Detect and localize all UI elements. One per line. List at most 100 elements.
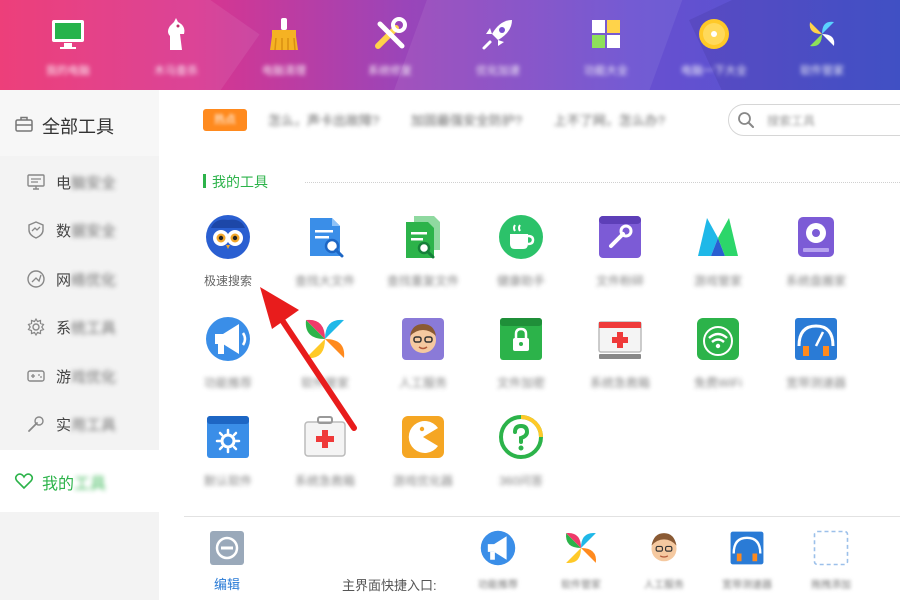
doc-search-icon [310, 218, 344, 258]
quick-entry-software-manager[interactable]: 软件管家 [546, 528, 616, 598]
quick-entry-feature-recommend[interactable]: 功能推荐 [463, 528, 533, 598]
horse-icon [168, 18, 185, 50]
network-outline-icon [27, 270, 45, 288]
sidebar-item-label: 游戏优化 [56, 369, 117, 386]
nav-item-all-features[interactable]: 功能大全 [558, 0, 654, 90]
nav-label: 电脑一下大全 [681, 65, 747, 77]
grid-apps-icon [592, 20, 620, 48]
megaphone-icon [206, 317, 250, 361]
tool-file-encrypt[interactable]: 文件加密 [473, 316, 569, 406]
tool-game-manager[interactable]: 游戏管家 [670, 214, 766, 304]
sidebar-item-utilities[interactable]: 实用工具 [0, 400, 159, 448]
tool-label: 游戏优化器 [392, 474, 453, 488]
broom-icon [270, 18, 298, 51]
flower-icon [565, 532, 597, 564]
quick-entry-add-slot[interactable]: 拖拽添加 [796, 528, 866, 598]
tool-system-disk-move[interactable]: 系统盘搬家 [768, 214, 864, 304]
ticker-item[interactable]: 加固最强安全防护? [411, 113, 522, 128]
quick-entry-human-service[interactable]: 人工服务 [629, 528, 699, 598]
toolbox-outline-icon [15, 116, 33, 132]
first-aid-icon [598, 321, 642, 359]
nav-item-system-repair[interactable]: 系统修复 [342, 0, 438, 90]
tools-icon [375, 17, 407, 49]
tool-default-software[interactable]: 默认软件 [180, 414, 276, 504]
tool-label: 功能推荐 [203, 376, 252, 390]
pacman-icon [402, 416, 444, 458]
tool-broadband-speed[interactable]: 宽带测速器 [768, 316, 864, 406]
tool-fast-search[interactable]: 极速搜索 [180, 214, 276, 304]
section-title: 我的工具 [212, 174, 268, 190]
tool-label: 查找重复文件 [386, 274, 459, 288]
gear-outline-icon [27, 317, 45, 337]
top-navigation: 我的电脑 木马查杀 电脑清理 系统修复 优化加速 功能大全 电脑一下大全 软件管… [0, 0, 900, 90]
tool-health-assistant[interactable]: 健康助手 [473, 214, 569, 304]
person-glasses-icon [402, 318, 444, 360]
sidebar-item-data-security[interactable]: 数据安全 [0, 206, 159, 254]
flower-icon [305, 319, 345, 359]
nav-label: 系统修复 [368, 65, 412, 77]
rocket-icon [482, 20, 512, 50]
tool-human-service[interactable]: 人工服务 [375, 316, 471, 406]
dashed-add-icon [813, 530, 849, 566]
settings-window-icon [207, 416, 249, 458]
coin-icon [699, 19, 729, 49]
hot-badge[interactable]: 热点 [203, 109, 247, 131]
tool-360-qa[interactable]: 360问答 [473, 414, 569, 504]
nav-label: 木马查杀 [154, 65, 198, 77]
nav-label: 电脑清理 [262, 65, 306, 77]
tool-label: 宽带测速器 [785, 376, 846, 390]
tool-first-aid[interactable]: 系统急救箱 [572, 316, 668, 406]
tool-feature-recommend[interactable]: 功能推荐 [180, 316, 276, 406]
sidebar-item-my-tools[interactable]: 我的工具 [0, 450, 159, 512]
person-glasses-icon [651, 533, 677, 562]
sidebar-item-game[interactable]: 游戏优化 [0, 352, 159, 400]
nav-label: 功能大全 [584, 65, 628, 77]
owl-search-icon [206, 215, 250, 259]
m-logo-icon [698, 218, 738, 256]
nav-item-coin[interactable]: 电脑一下大全 [666, 0, 762, 90]
monitor-icon [52, 20, 84, 49]
tool-file-shredder[interactable]: 文件粉碎 [572, 214, 668, 304]
nav-item-cleanup[interactable]: 电脑清理 [236, 0, 332, 90]
quick-entry-label: 主界面快捷入口: [342, 578, 437, 593]
tool-free-wifi[interactable]: 免费WiFi [670, 316, 766, 406]
heart-outline-icon [14, 473, 34, 490]
search-input[interactable]: 搜索工具 [728, 104, 900, 136]
nav-item-my-computer[interactable]: 我的电脑 [20, 0, 116, 90]
section-marker [203, 174, 206, 188]
tool-find-large-file[interactable]: 查找大文件 [277, 214, 373, 304]
sidebar-item-system-tools[interactable]: 系统工具 [0, 303, 159, 351]
nav-item-trojan-scan[interactable]: 木马查杀 [128, 0, 224, 90]
sidebar-item-network[interactable]: 网络优化 [0, 255, 159, 303]
gamepad-outline-icon [27, 370, 45, 382]
tool-system-medical-kit[interactable]: 系统急救箱 [277, 414, 373, 504]
tool-software-manager[interactable]: 软件管家 [277, 316, 373, 406]
nav-item-speedup[interactable]: 优化加速 [450, 0, 546, 90]
sidebar-header-all-tools[interactable]: 全部工具 [0, 90, 159, 156]
tool-label: 默认软件 [203, 474, 252, 488]
tool-find-duplicate-file[interactable]: 查找重复文件 [375, 214, 471, 304]
tool-label: 人工服务 [398, 376, 447, 390]
toolbox-icon [599, 216, 641, 258]
duplicate-file-icon [406, 216, 440, 259]
quick-entry-broadband-speed[interactable]: 宽带测速器 [712, 528, 782, 598]
tool-label: 文件加密 [496, 376, 545, 390]
tool-label: 健康助手 [496, 274, 545, 288]
tool-label: 查找大文件 [294, 274, 355, 288]
ticker-item[interactable]: 上不了网，怎么办? [554, 113, 665, 128]
section-divider [305, 182, 900, 183]
edit-button[interactable]: 编辑 [205, 528, 249, 594]
tool-label: 游戏管家 [693, 274, 742, 288]
wifi-icon [697, 318, 739, 360]
cup-icon [499, 215, 543, 259]
search-placeholder: 搜索工具 [767, 114, 816, 128]
disk-icon [798, 217, 834, 257]
sidebar-item-label: 网络优化 [56, 272, 117, 289]
quick-entry-label: 人工服务 [644, 580, 684, 591]
ticker-item[interactable]: 怎么，声卡出故障? [268, 113, 379, 128]
nav-item-software-manager[interactable]: 软件管家 [774, 0, 870, 90]
news-ticker[interactable]: 怎么，声卡出故障? 加固最强安全防护? 上不了网，怎么办? [268, 110, 693, 129]
tool-game-optimizer[interactable]: 游戏优化器 [375, 414, 471, 504]
sidebar-item-computer-security[interactable]: 电脑安全 [0, 158, 159, 206]
nav-label: 优化加速 [476, 65, 520, 77]
